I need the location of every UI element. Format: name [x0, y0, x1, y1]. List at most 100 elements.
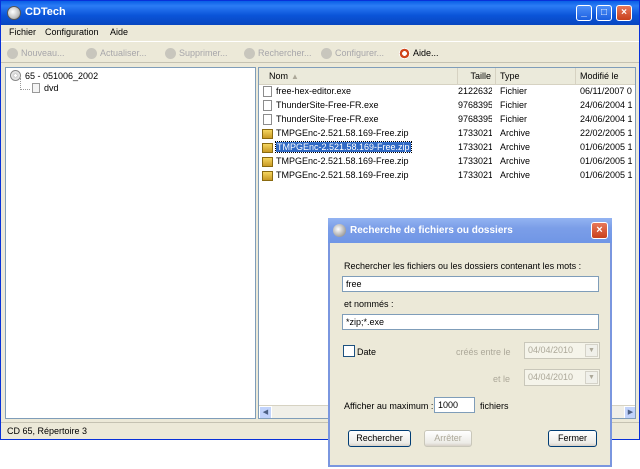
minimize-button[interactable]: _ — [576, 5, 592, 21]
max-results-input[interactable] — [434, 397, 475, 413]
table-row[interactable]: TMPGEnc-2.521.58.169-Free.zip 1733021 Ar… — [259, 169, 635, 183]
file-icon — [263, 86, 272, 97]
zip-archive-icon — [262, 143, 273, 153]
date-label: Date — [357, 347, 377, 357]
menu-bar: Fichier Configuration Aide — [1, 25, 639, 41]
file-type: Archive — [500, 142, 531, 152]
gear-icon — [244, 47, 255, 59]
gear-icon — [165, 47, 176, 59]
status-text: CD 65, Répertoire 3 — [7, 426, 88, 436]
file-type: Archive — [500, 156, 531, 166]
file-name: free-hex-editor.exe — [276, 86, 352, 96]
tree-connector — [20, 89, 30, 90]
date-from-picker[interactable]: 04/04/2010 ▼ — [524, 342, 600, 359]
table-row[interactable]: TMPGEnc-2.521.58.169-Free.zip 1733021 Ar… — [259, 155, 635, 169]
search-button[interactable]: Rechercher — [348, 430, 411, 447]
file-name: TMPGEnc-2.521.58.169-Free.zip — [276, 128, 409, 138]
title-bar[interactable]: CDTech _ □ × — [1, 1, 639, 25]
scroll-left-icon[interactable]: ◀ — [259, 406, 272, 418]
date-checkbox[interactable] — [343, 345, 355, 357]
file-modified: 01/06/2005 1 — [580, 142, 633, 152]
search-words-input[interactable] — [342, 276, 599, 292]
file-size: 2122632 — [458, 86, 492, 96]
toolbar-help-button[interactable]: Aide... — [399, 46, 439, 60]
toolbar-help-label: Aide... — [413, 48, 439, 58]
file-name: TMPGEnc-2.521.58.169-Free.zip — [275, 141, 412, 153]
menu-configuration[interactable]: Configuration — [45, 27, 99, 37]
search-words-label: Rechercher les fichiers ou les dossiers … — [344, 261, 582, 271]
sort-ascending-icon: ▲ — [291, 72, 299, 81]
file-size: 1733021 — [458, 156, 492, 166]
table-row[interactable]: TMPGEnc-2.521.58.169-Free.zip 1733021 Ar… — [259, 127, 635, 141]
file-icon — [263, 114, 272, 125]
file-type: Fichier — [500, 86, 528, 96]
chevron-down-icon[interactable]: ▼ — [585, 371, 598, 384]
file-modified: 01/06/2005 1 — [580, 170, 633, 180]
file-type: Fichier — [500, 100, 528, 110]
maximize-button[interactable]: □ — [596, 5, 612, 21]
tree-item-dvd-label: dvd — [44, 83, 59, 93]
toolbar-refresh-button[interactable]: Actualiser... — [86, 46, 147, 60]
cd-app-icon — [7, 6, 21, 20]
file-size: 9768395 — [458, 100, 492, 110]
tree-item-dvd[interactable]: dvd — [32, 83, 59, 93]
zip-archive-icon — [262, 171, 273, 181]
file-name: TMPGEnc-2.521.58.169-Free.zip — [276, 170, 409, 180]
chevron-down-icon[interactable]: ▼ — [585, 344, 598, 357]
column-header-size[interactable]: Taille — [458, 68, 496, 85]
dialog-close-button[interactable]: × — [591, 222, 608, 239]
column-header-modified-label: Modifié le — [580, 71, 619, 81]
column-header-name[interactable]: Nom ▲ — [259, 68, 458, 85]
close-button[interactable]: × — [616, 5, 632, 21]
toolbar-new-button[interactable]: Nouveau... — [7, 46, 65, 60]
toolbar-search-label: Rechercher... — [258, 48, 312, 58]
column-header-modified[interactable]: Modifié le — [576, 68, 635, 85]
zip-archive-icon — [262, 129, 273, 139]
table-row[interactable]: free-hex-editor.exe 2122632 Fichier 06/1… — [259, 85, 635, 99]
file-size: 1733021 — [458, 142, 492, 152]
toolbar-search-button[interactable]: Rechercher... — [244, 46, 312, 60]
and-label: et le — [493, 374, 511, 384]
zip-archive-icon — [262, 157, 273, 167]
column-header-name-label: Nom — [269, 71, 289, 81]
toolbar-delete-label: Supprimer... — [179, 48, 228, 58]
file-modified: 24/06/2004 1 — [580, 100, 633, 110]
folder-icon — [32, 83, 40, 93]
toolbar-new-label: Nouveau... — [21, 48, 65, 58]
file-modified: 06/11/2007 0 — [580, 86, 632, 96]
column-header-type-label: Type — [500, 71, 520, 81]
stop-button[interactable]: Arrêter — [424, 430, 472, 447]
toolbar-configure-button[interactable]: Configurer... — [321, 46, 384, 60]
toolbar-configure-label: Configurer... — [335, 48, 385, 58]
menu-aide[interactable]: Aide — [110, 27, 128, 37]
file-modified: 01/06/2005 1 — [580, 156, 633, 166]
toolbar-refresh-label: Actualiser... — [100, 48, 147, 58]
file-name: ThunderSite-Free-FR.exe — [276, 100, 379, 110]
file-size: 1733021 — [458, 170, 492, 180]
file-size: 9768395 — [458, 114, 492, 124]
table-row[interactable]: ThunderSite-Free-FR.exe 9768395 Fichier … — [259, 113, 635, 127]
scroll-right-icon[interactable]: ▶ — [624, 406, 635, 418]
menu-fichier[interactable]: Fichier — [9, 27, 36, 37]
search-dialog: Recherche de fichiers ou dossiers × Rech… — [328, 218, 612, 467]
tree-item-root-label: 65 - 051006_2002 — [25, 70, 99, 81]
table-row-selected[interactable]: TMPGEnc-2.521.58.169-Free.zip 1733021 Ar… — [259, 141, 635, 155]
tree-item-root[interactable]: 65 - 051006_2002 — [10, 70, 98, 81]
file-modified: 24/06/2004 1 — [580, 114, 633, 124]
table-row[interactable]: ThunderSite-Free-FR.exe 9768395 Fichier … — [259, 99, 635, 113]
dialog-title-bar[interactable]: Recherche de fichiers ou dossiers × — [328, 218, 612, 243]
gear-icon — [321, 47, 332, 59]
gear-icon — [86, 47, 97, 59]
file-names-input[interactable] — [342, 314, 599, 330]
file-modified: 22/02/2005 1 — [580, 128, 633, 138]
gear-icon — [7, 47, 18, 59]
file-icon — [263, 100, 272, 111]
column-header-type[interactable]: Type — [496, 68, 576, 85]
toolbar-delete-button[interactable]: Supprimer... — [165, 46, 228, 60]
date-to-value: 04/04/2010 — [528, 372, 574, 382]
file-type: Fichier — [500, 114, 528, 124]
close-dialog-button[interactable]: Fermer — [548, 430, 597, 447]
lifebuoy-icon — [399, 47, 410, 59]
date-to-picker[interactable]: 04/04/2010 ▼ — [524, 369, 600, 386]
folder-tree[interactable]: 65 - 051006_2002 dvd — [5, 67, 256, 419]
